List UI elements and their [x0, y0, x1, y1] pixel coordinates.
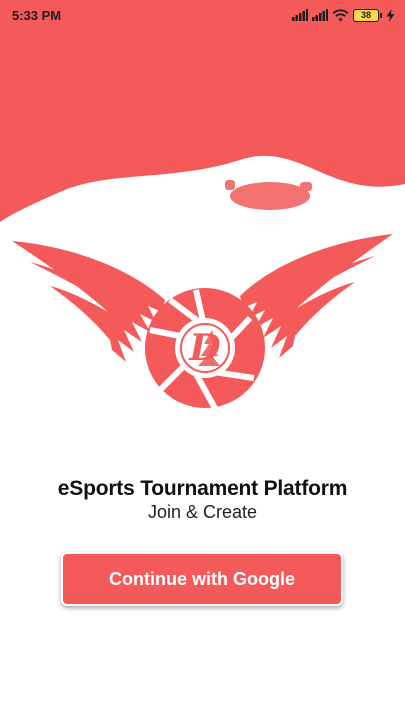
emblem-ring: D — [145, 288, 265, 412]
google-button-label: Continue with Google — [109, 568, 295, 589]
wifi-icon — [332, 8, 349, 21]
signal-icon — [312, 9, 328, 21]
hero-wave — [0, 0, 405, 222]
continue-with-google-button[interactable]: Continue with Google — [61, 552, 343, 606]
status-icons: 38 — [292, 8, 395, 22]
app-title: eSports Tournament Platform — [57, 477, 348, 500]
status-time: 5:33 PM — [12, 7, 62, 23]
wave-silhouette — [225, 180, 312, 210]
charging-icon — [386, 8, 395, 22]
signal-icon — [292, 9, 308, 21]
app-logo: D — [12, 234, 393, 412]
app-subtitle: Join & Create — [147, 502, 258, 522]
status-bar: 5:33 PM 38 — [0, 0, 405, 30]
battery-icon: 38 — [353, 8, 382, 22]
left-wing — [12, 241, 165, 362]
